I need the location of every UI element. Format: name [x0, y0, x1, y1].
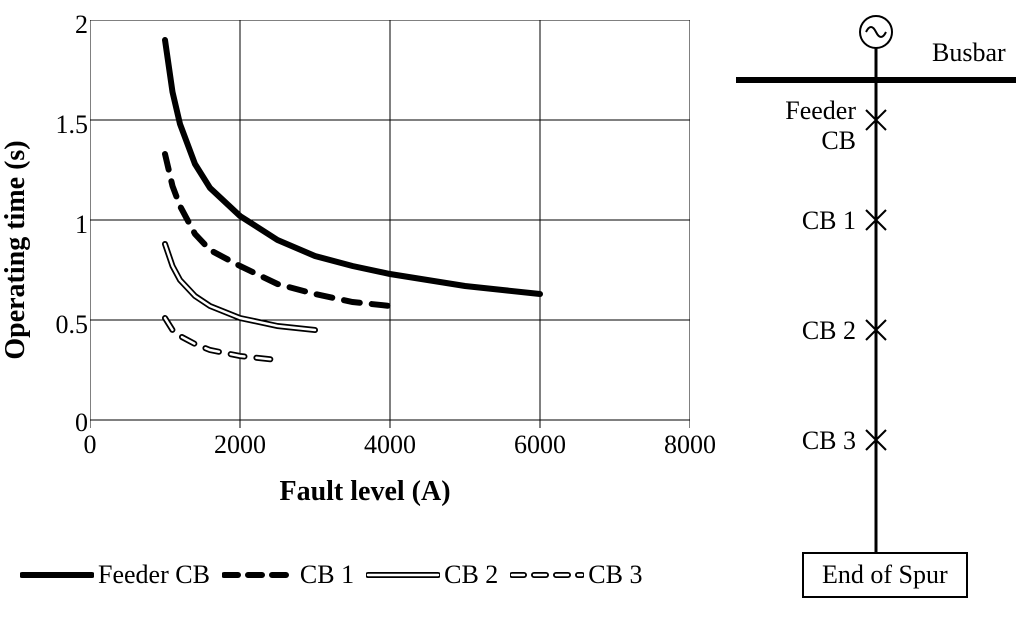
y-axis-label: Operating time (s)	[0, 140, 32, 359]
cb1-label: CB 1	[802, 206, 856, 236]
legend-item-cb2: CB 2	[366, 560, 498, 590]
plot-outer: Operating time (s) Fault level (A) 2 1.5…	[20, 10, 710, 510]
series-cb1	[165, 154, 390, 306]
y-tick-1: 1	[64, 210, 88, 240]
legend: Feeder CB CB 1 CB 2 CB 3	[20, 550, 720, 600]
y-tick-0p5: 0.5	[40, 310, 88, 340]
end-of-spur-box: End of Spur	[802, 552, 968, 598]
feeder-cb-label-1: Feeder	[785, 96, 856, 126]
y-tick-1p5: 1.5	[40, 110, 88, 140]
x-axis-label: Fault level (A)	[279, 476, 450, 508]
legend-label-cb1: CB 1	[300, 560, 354, 590]
cb2-label: CB 2	[802, 316, 856, 346]
busbar-label: Busbar	[932, 38, 1006, 68]
figure-root: Operating time (s) Fault level (A) 2 1.5…	[0, 0, 1026, 620]
legend-swatch-cb1	[222, 565, 296, 585]
y-tick-2: 2	[64, 10, 88, 40]
feeder-cb-label-2: CB	[821, 126, 856, 156]
legend-swatch-feeder-cb	[20, 565, 94, 585]
legend-swatch-cb2	[366, 565, 440, 585]
legend-label-cb2: CB 2	[444, 560, 498, 590]
legend-item-cb3: CB 3	[510, 560, 642, 590]
plot-svg	[90, 20, 690, 450]
diagram-svg	[706, 0, 1026, 620]
cb3-label: CB 3	[802, 426, 856, 456]
chart-area: Operating time (s) Fault level (A) 2 1.5…	[20, 10, 710, 600]
legend-item-feeder-cb: Feeder CB	[20, 560, 210, 590]
legend-label-feeder-cb: Feeder CB	[98, 560, 210, 590]
legend-item-cb1: CB 1	[222, 560, 354, 590]
legend-swatch-cb3	[510, 565, 584, 585]
one-line-diagram: Busbar Feeder CB CB 1 CB 2 CB 3 End of S…	[706, 0, 1026, 620]
legend-label-cb3: CB 3	[588, 560, 642, 590]
